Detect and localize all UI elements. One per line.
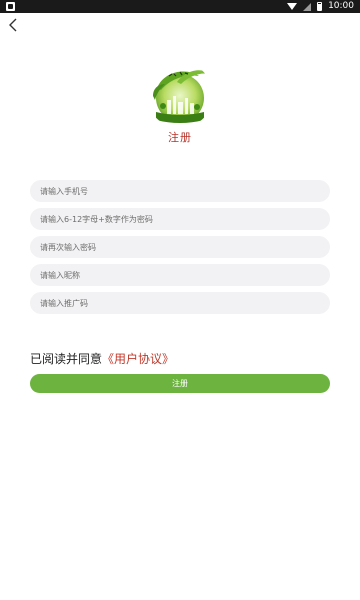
phone-input[interactable] bbox=[30, 180, 330, 202]
app-logo bbox=[147, 62, 213, 128]
agreement-prefix: 已阅读并同意 bbox=[30, 352, 103, 366]
referral-code-input[interactable] bbox=[30, 292, 330, 314]
password-input[interactable] bbox=[30, 208, 330, 230]
status-icons: 10:00 bbox=[287, 0, 354, 13]
password-confirm-input[interactable] bbox=[30, 236, 330, 258]
back-button[interactable] bbox=[4, 16, 22, 34]
status-bar: 10:00 bbox=[0, 0, 360, 13]
register-button[interactable]: 注册 bbox=[30, 374, 330, 393]
agreement-text: 已阅读并同意《用户协议》 bbox=[30, 350, 174, 367]
green-eco-logo bbox=[153, 70, 209, 123]
status-time: 10:00 bbox=[328, 1, 354, 11]
wifi-icon bbox=[287, 3, 298, 10]
user-agreement-link[interactable]: 《用户协议》 bbox=[102, 352, 174, 366]
app-notification-icon bbox=[6, 2, 15, 11]
nickname-input[interactable] bbox=[30, 264, 330, 286]
battery-icon bbox=[317, 2, 323, 11]
chevron-left-icon bbox=[9, 18, 17, 32]
page-title: 注册 bbox=[168, 131, 192, 144]
signal-icon bbox=[303, 2, 312, 11]
